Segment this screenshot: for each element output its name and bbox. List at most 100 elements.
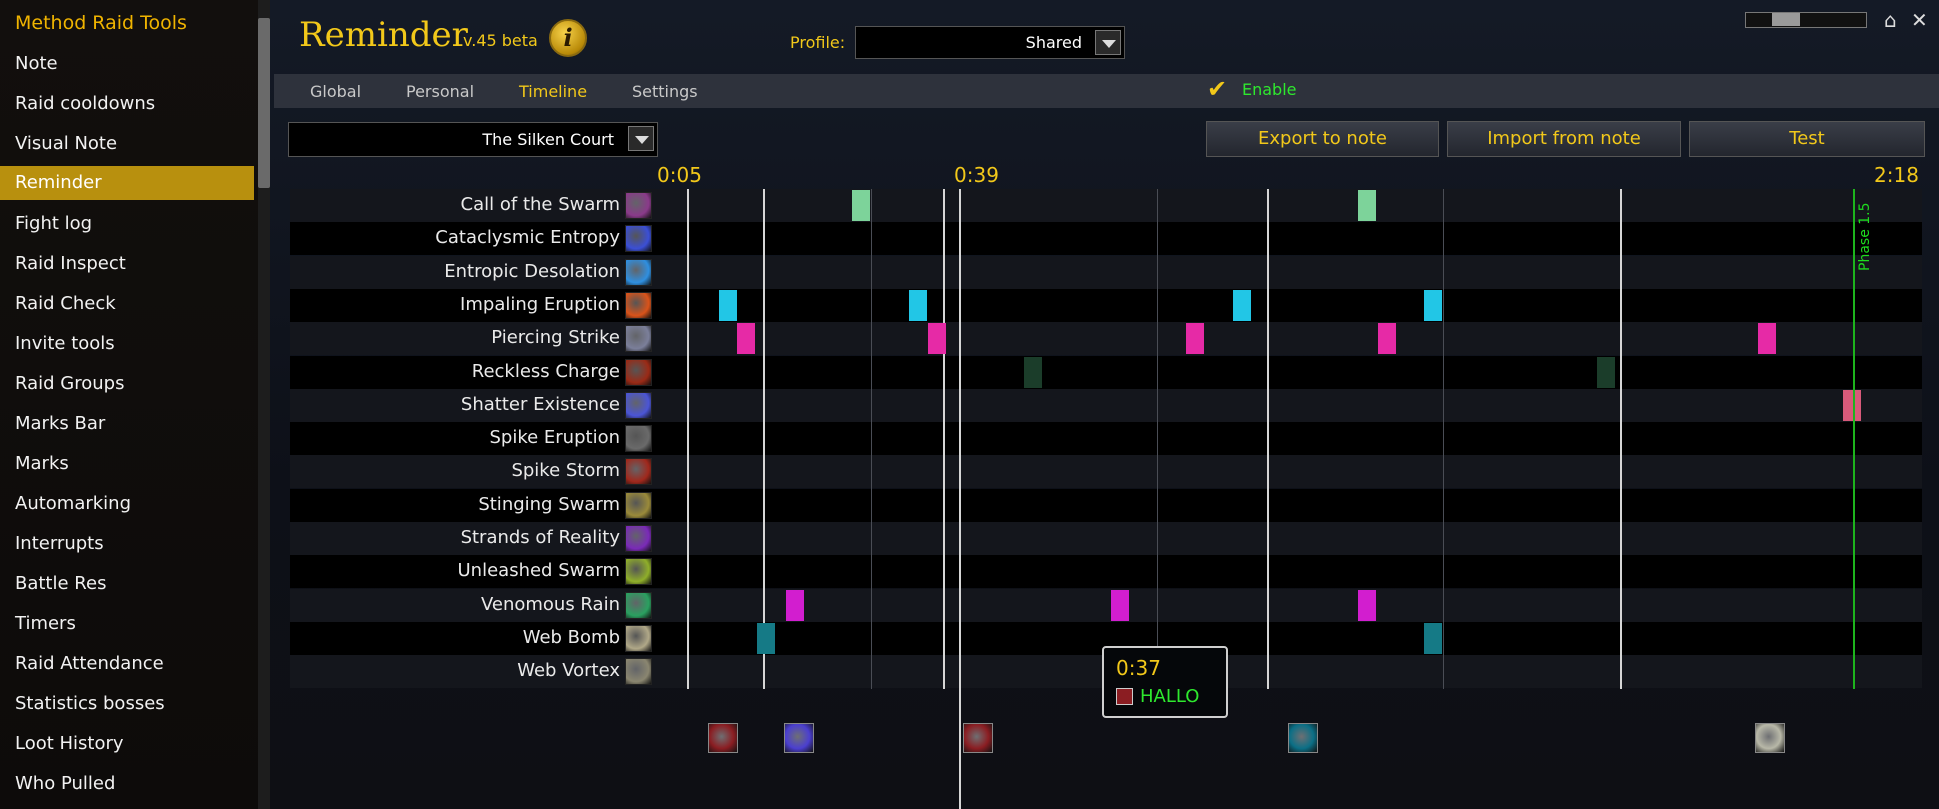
- timeline-grid[interactable]: Call of the Swarm Cataclysmic Entropy Entr…: [290, 189, 1939, 809]
- profile-dropdown[interactable]: Shared: [855, 26, 1125, 59]
- timeline-row[interactable]: Reckless Charge: [290, 356, 1922, 389]
- timeline-row[interactable]: Call of the Swarm: [290, 189, 1922, 222]
- tab-settings[interactable]: Settings: [632, 82, 698, 101]
- timeline-row[interactable]: Spike Storm: [290, 455, 1922, 488]
- sidebar-item-statistics-bosses[interactable]: Statistics bosses: [0, 687, 254, 721]
- sidebar-item-timers[interactable]: Timers: [0, 607, 254, 641]
- info-icon[interactable]: i: [549, 19, 587, 57]
- timeline-event-marker[interactable]: [1597, 357, 1615, 388]
- timeline-event-marker[interactable]: [1024, 357, 1042, 388]
- sidebar-item-raid-check[interactable]: Raid Check: [0, 287, 254, 321]
- sidebar-item-loot-history[interactable]: Loot History: [0, 727, 254, 761]
- timeline-row[interactable]: Stinging Swarm: [290, 489, 1922, 522]
- timeline-row[interactable]: Cataclysmic Entropy: [290, 222, 1922, 255]
- timeline-event-marker[interactable]: [928, 323, 946, 354]
- timeline-marker-line: [763, 189, 765, 689]
- timeline-event-marker[interactable]: [1186, 323, 1204, 354]
- timeline-event-marker[interactable]: [1111, 590, 1129, 621]
- sidebar-item-reminder[interactable]: Reminder: [0, 166, 254, 200]
- reminder-window: Reminder v.45 beta i Profile: Shared ⌂ ✕…: [270, 0, 1939, 809]
- home-icon[interactable]: ⌂: [1884, 8, 1906, 32]
- sidebar-item-who-pulled[interactable]: Who Pulled: [0, 767, 254, 801]
- sidebar-item-visual-note[interactable]: Visual Note: [0, 127, 254, 161]
- timeline-row[interactable]: Piercing Strike: [290, 322, 1922, 355]
- timeline-row-label: Impaling Eruption: [460, 294, 620, 315]
- cataclysmic-entropy-icon[interactable]: [784, 723, 814, 753]
- sidebar: Method Raid Tools Note Raid cooldowns Vi…: [0, 0, 259, 809]
- timeline-event-marker[interactable]: [852, 190, 870, 221]
- timeline-event-marker[interactable]: [786, 590, 804, 621]
- timeline-row[interactable]: Unleashed Swarm: [290, 555, 1922, 588]
- web-bomb-icon[interactable]: [1288, 723, 1318, 753]
- impaling-eruption-icon: [625, 292, 652, 319]
- timeline-event-marker[interactable]: [1424, 623, 1442, 654]
- window-scale-slider[interactable]: [1745, 12, 1867, 28]
- spike-storm-icon: [1116, 688, 1133, 705]
- timeline-event-marker[interactable]: [737, 323, 755, 354]
- timeline-row-label: Web Vortex: [517, 660, 620, 681]
- spike-storm-icon: [625, 458, 652, 485]
- timeline-tooltip: 0:37 HALLO: [1102, 646, 1228, 718]
- timeline-row[interactable]: Entropic Desolation: [290, 256, 1922, 289]
- enable-label: Enable: [1242, 80, 1297, 99]
- timeline-event-marker[interactable]: [1233, 290, 1251, 321]
- timeline-row[interactable]: Strands of Reality: [290, 522, 1922, 555]
- timeline-marker-line: [1267, 189, 1269, 689]
- sidebar-item-raid-attendance[interactable]: Raid Attendance: [0, 647, 254, 681]
- window-scale-slider-knob[interactable]: [1772, 13, 1800, 26]
- tab-global[interactable]: Global: [310, 82, 361, 101]
- phase-label: Phase 1.5: [1857, 202, 1873, 271]
- timeline-row[interactable]: Impaling Eruption: [290, 289, 1922, 322]
- export-to-note-button[interactable]: Export to note: [1206, 121, 1439, 157]
- boss-dropdown[interactable]: The Silken Court: [288, 122, 658, 157]
- spike-storm-icon[interactable]: [708, 723, 738, 753]
- sidebar-item-raid-groups[interactable]: Raid Groups: [0, 367, 254, 401]
- timeline-marker-line: [871, 189, 872, 689]
- import-from-note-button[interactable]: Import from note: [1447, 121, 1681, 157]
- sidebar-item-fight-log[interactable]: Fight log: [0, 207, 254, 241]
- timeline-event-marker[interactable]: [1378, 323, 1396, 354]
- timeline-row-label: Entropic Desolation: [444, 261, 620, 282]
- timeline-event-marker[interactable]: [1843, 390, 1861, 421]
- timeline-row-label: Stinging Swarm: [478, 494, 620, 515]
- timeline-event-marker[interactable]: [757, 623, 775, 654]
- reckless-charge-icon: [625, 359, 652, 386]
- timeline-marker-line: [687, 189, 689, 689]
- enable-checkbox[interactable]: ✔: [1207, 76, 1233, 102]
- timeline-event-marker[interactable]: [1758, 323, 1776, 354]
- timeline-row-label: Web Bomb: [522, 627, 620, 648]
- sidebar-item-raid-cooldowns[interactable]: Raid cooldowns: [0, 87, 254, 121]
- profile-label: Profile:: [790, 33, 846, 52]
- tab-timeline[interactable]: Timeline: [519, 82, 587, 101]
- chevron-down-icon[interactable]: [1095, 30, 1121, 55]
- sidebar-item-invite-tools[interactable]: Invite tools: [0, 327, 254, 361]
- sidebar-item-marks-bar[interactable]: Marks Bar: [0, 407, 254, 441]
- timeline-row[interactable]: Shatter Existence: [290, 389, 1922, 422]
- sidebar-scrollbar-thumb[interactable]: [258, 18, 270, 188]
- sidebar-item-automarking[interactable]: Automarking: [0, 487, 254, 521]
- spike-storm-icon[interactable]: [963, 723, 993, 753]
- sidebar-item-note[interactable]: Note: [0, 47, 254, 81]
- timeline-row-label: Cataclysmic Entropy: [435, 227, 620, 248]
- timeline-event-marker[interactable]: [719, 290, 737, 321]
- timeline-event-marker[interactable]: [909, 290, 927, 321]
- timeline-row[interactable]: Venomous Rain: [290, 589, 1922, 622]
- tab-personal[interactable]: Personal: [406, 82, 474, 101]
- tooltip-text: HALLO: [1140, 686, 1200, 707]
- sidebar-item-raid-inspect[interactable]: Raid Inspect: [0, 247, 254, 281]
- close-icon[interactable]: ✕: [1911, 8, 1933, 32]
- sidebar-item-interrupts[interactable]: Interrupts: [0, 527, 254, 561]
- time-label-cursor: 0:39: [954, 163, 999, 187]
- chevron-down-icon[interactable]: [628, 126, 654, 151]
- test-button[interactable]: Test: [1689, 121, 1925, 157]
- scroll-icon[interactable]: [1755, 723, 1785, 753]
- unleashed-swarm-icon: [625, 558, 652, 585]
- phase-line: [1853, 189, 1855, 689]
- timeline-marker-line: [1157, 189, 1158, 689]
- timeline-event-marker[interactable]: [1424, 290, 1442, 321]
- timeline-row[interactable]: Spike Eruption: [290, 422, 1922, 455]
- timeline-event-marker[interactable]: [1358, 190, 1376, 221]
- sidebar-item-battle-res[interactable]: Battle Res: [0, 567, 254, 601]
- sidebar-item-marks[interactable]: Marks: [0, 447, 254, 481]
- timeline-event-marker[interactable]: [1358, 590, 1376, 621]
